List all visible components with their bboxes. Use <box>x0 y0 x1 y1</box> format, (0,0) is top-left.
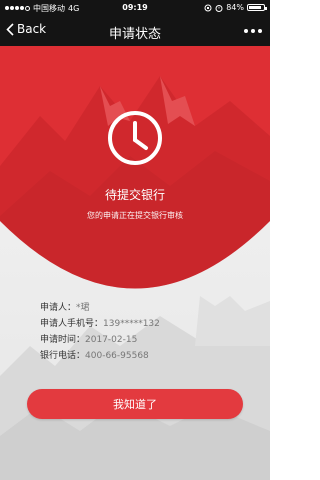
application-info: 申请人： *珺 申请人手机号： 139*****132 申请时间： 2017-0… <box>40 300 160 364</box>
alarm-icon <box>215 4 223 12</box>
acknowledge-button[interactable]: 我知道了 <box>27 389 243 419</box>
nav-bar: Back 申请状态 <box>0 16 270 46</box>
applicant-row: 申请人： *珺 <box>40 300 160 316</box>
back-button[interactable]: Back <box>6 22 46 36</box>
chevron-left-icon <box>6 22 14 36</box>
more-dot <box>258 29 262 33</box>
clock-icon <box>108 111 162 165</box>
applicant-value: *珺 <box>76 303 90 313</box>
battery-percent: 84% <box>226 3 244 12</box>
bank-phone-row: 银行电话： 400-66-95568 <box>40 348 160 364</box>
system-indicators: 84% <box>204 3 267 12</box>
rotation-lock-icon <box>204 4 212 11</box>
bank-phone-value[interactable]: 400-66-95568 <box>85 348 149 364</box>
applicant-label: 申请人： <box>40 303 77 313</box>
date-label: 申请时间： <box>40 335 86 345</box>
more-dot <box>244 29 248 33</box>
date-value: 2017-02-15 <box>85 335 138 345</box>
phone-value: 139*****132 <box>103 319 160 329</box>
more-dot <box>251 29 255 33</box>
date-row: 申请时间： 2017-02-15 <box>40 332 160 348</box>
battery-icon <box>247 4 267 11</box>
phone-label: 申请人手机号： <box>40 319 104 329</box>
status-title: 待提交银行 <box>104 188 165 202</box>
status-description: 您的申请正在提交银行审核 <box>87 211 183 220</box>
status-bar: 中国移动 4G 09:19 84% <box>0 0 270 16</box>
phone-row: 申请人手机号： 139*****132 <box>40 316 160 332</box>
more-options-button[interactable] <box>244 29 262 33</box>
bank-phone-label: 银行电话： <box>40 351 86 361</box>
back-label: Back <box>17 22 47 36</box>
